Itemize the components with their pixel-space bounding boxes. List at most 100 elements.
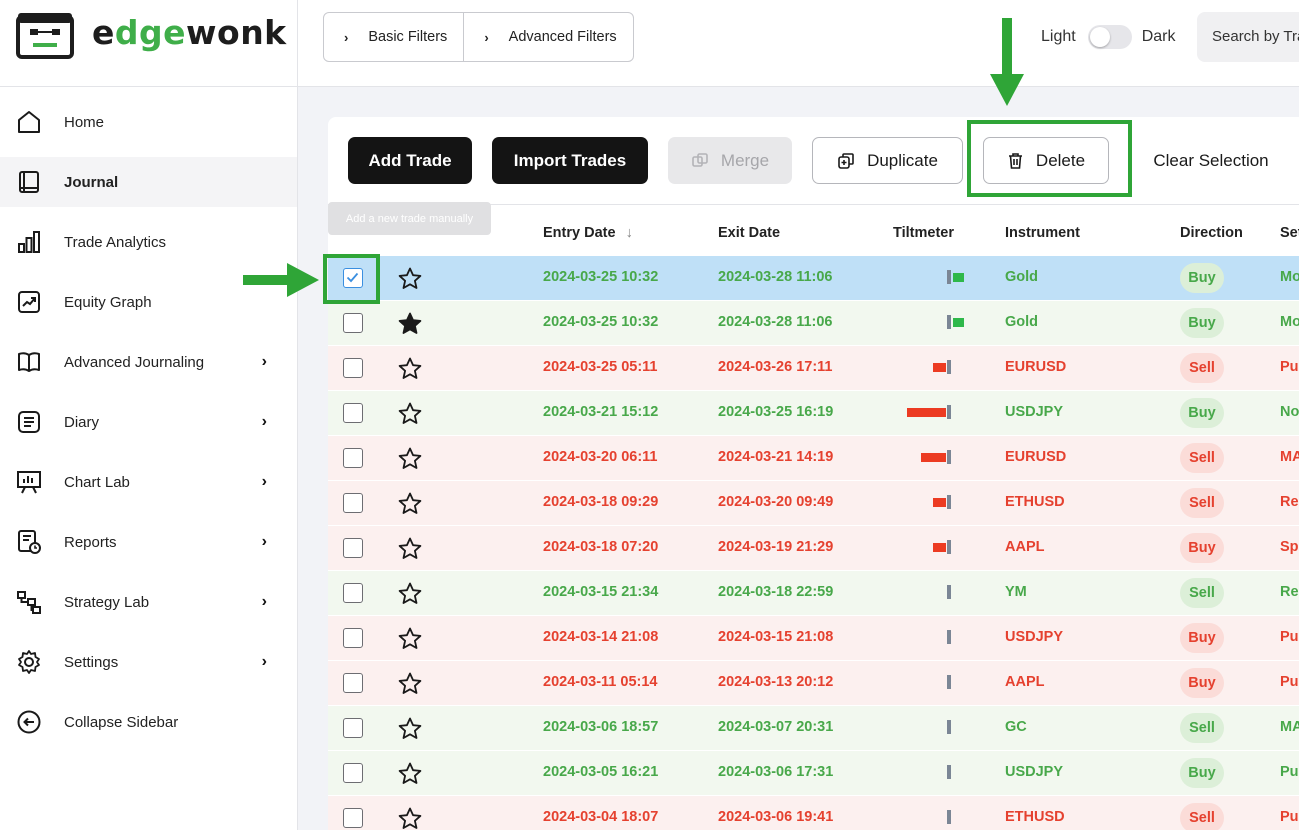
star-icon[interactable] <box>397 806 423 830</box>
table-row[interactable]: 2024-03-25 10:32 2024-03-28 11:06 Gold Buy M… <box>328 256 1299 301</box>
exit-date-cell: 2024-03-28 11:06 <box>718 314 833 330</box>
instrument-cell: AAPL <box>1005 674 1045 690</box>
row-checkbox[interactable] <box>343 808 363 828</box>
setup-cell: Mo <box>1280 269 1299 285</box>
basic-filters-label: Basic Filters <box>368 29 448 45</box>
trade-toolbar: Add Trade Import Trades Merge Duplicate … <box>328 117 1299 205</box>
table-row[interactable]: 2024-03-06 18:57 2024-03-07 20:31 GC Sell MA <box>328 706 1299 751</box>
column-header-direction[interactable]: Direction <box>1180 225 1243 241</box>
tilt-marker <box>947 765 951 779</box>
row-checkbox[interactable] <box>343 313 363 333</box>
direction-badge: Buy <box>1180 263 1224 293</box>
setup-cell: Re <box>1280 584 1299 600</box>
exit-date-cell: 2024-03-13 20:12 <box>718 674 834 690</box>
clear-selection-button[interactable]: Clear Selection <box>1134 137 1288 184</box>
star-icon[interactable] <box>397 536 423 562</box>
row-checkbox[interactable] <box>343 718 363 738</box>
row-checkbox[interactable] <box>343 403 363 423</box>
row-checkbox[interactable] <box>343 628 363 648</box>
star-icon[interactable] <box>397 491 423 517</box>
star-icon[interactable] <box>397 266 423 292</box>
instrument-cell: Gold <box>1005 314 1039 330</box>
gear-icon <box>16 649 42 675</box>
edgewonk-logo[interactable]: edgewonk <box>16 10 287 60</box>
add-trade-button[interactable]: Add Trade <box>348 137 472 184</box>
basic-filters-button[interactable]: › Basic Filters <box>324 13 463 61</box>
sidebar-item-label: Reports <box>64 533 117 551</box>
instrument-cell: AAPL <box>1005 539 1045 555</box>
star-icon[interactable] <box>397 581 423 607</box>
star-icon[interactable] <box>397 446 423 472</box>
import-trades-button[interactable]: Import Trades <box>492 137 648 184</box>
search-input[interactable]: Search by Tra <box>1197 12 1299 62</box>
theme-light-label: Light <box>1041 28 1076 45</box>
table-row[interactable]: 2024-03-25 05:11 2024-03-26 17:11 EURUSD Se… <box>328 346 1299 391</box>
star-icon[interactable] <box>397 626 423 652</box>
row-checkbox[interactable] <box>343 493 363 513</box>
duplicate-button[interactable]: Duplicate <box>812 137 963 184</box>
sidebar-item-journal[interactable]: Journal <box>0 157 297 207</box>
star-icon[interactable] <box>397 401 423 427</box>
column-header-setup[interactable]: Set <box>1280 225 1299 241</box>
sidebar-item-diary[interactable]: Diary › <box>0 392 297 452</box>
row-checkbox[interactable] <box>343 583 363 603</box>
setup-cell: Pu <box>1280 359 1299 375</box>
table-row[interactable]: 2024-03-11 05:14 2024-03-13 20:12 AAPL Buy P… <box>328 661 1299 706</box>
direction-badge: Buy <box>1180 398 1224 428</box>
table-row[interactable]: 2024-03-21 15:12 2024-03-25 16:19 USDJPY Bu… <box>328 391 1299 436</box>
column-header-exit-date[interactable]: Exit Date <box>718 225 780 241</box>
star-icon[interactable] <box>397 671 423 697</box>
report-clock-icon <box>16 529 42 555</box>
entry-date-cell: 2024-03-18 09:29 <box>543 494 659 510</box>
sidebar-item-advanced-journaling[interactable]: Advanced Journaling › <box>0 332 297 392</box>
merge-button[interactable]: Merge <box>668 137 792 184</box>
setup-cell: No <box>1280 404 1299 420</box>
star-icon[interactable] <box>397 716 423 742</box>
table-row[interactable]: 2024-03-18 07:20 2024-03-19 21:29 AAPL Buy S… <box>328 526 1299 571</box>
tilt-marker <box>947 270 951 284</box>
checkbox-highlight-box <box>323 254 380 304</box>
row-checkbox[interactable] <box>343 673 363 693</box>
table-row[interactable]: 2024-03-25 10:32 2024-03-28 11:06 Gold Buy M… <box>328 301 1299 346</box>
sidebar-item-home[interactable]: Home <box>0 92 297 152</box>
table-row[interactable]: 2024-03-14 21:08 2024-03-15 21:08 USDJPY Bu… <box>328 616 1299 661</box>
sidebar-item-reports[interactable]: Reports › <box>0 512 297 572</box>
sidebar-item-chart-lab[interactable]: Chart Lab › <box>0 452 297 512</box>
column-header-tiltmeter[interactable]: Tiltmeter <box>893 225 954 241</box>
instrument-cell: EURUSD <box>1005 359 1067 375</box>
tilt-bar <box>920 453 946 462</box>
sort-arrow-icon: ↓ <box>625 225 633 241</box>
star-icon[interactable] <box>397 761 423 787</box>
direction-badge: Sell <box>1180 578 1224 608</box>
column-header-entry-date[interactable]: Entry Date ↓ <box>543 225 633 241</box>
chevron-right-icon: › <box>261 473 267 490</box>
advanced-filters-button[interactable]: › Advanced Filters <box>463 13 632 61</box>
instrument-cell: EURUSD <box>1005 449 1067 465</box>
table-row[interactable]: 2024-03-18 09:29 2024-03-20 09:49 ETHUSD Se… <box>328 481 1299 526</box>
star-filled-icon[interactable] <box>397 311 423 337</box>
bar-chart-icon <box>16 229 42 255</box>
row-checkbox[interactable] <box>343 538 363 558</box>
sidebar-item-label: Collapse Sidebar <box>64 713 179 731</box>
row-checkbox[interactable] <box>343 763 363 783</box>
table-row[interactable]: 2024-03-04 18:07 2024-03-06 19:41 ETHUSD Se… <box>328 796 1299 830</box>
strategy-flow-icon <box>16 589 42 615</box>
row-checkbox[interactable] <box>343 448 363 468</box>
table-row[interactable]: 2024-03-15 21:34 2024-03-18 22:59 YM Sell Re <box>328 571 1299 616</box>
row-checkbox[interactable] <box>343 358 363 378</box>
entry-date-label: Entry Date <box>543 225 616 241</box>
entry-date-cell: 2024-03-25 10:32 <box>543 269 659 285</box>
notes-icon <box>16 409 42 435</box>
setup-cell: MA <box>1280 719 1299 735</box>
sidebar-item-label: Trade Analytics <box>64 233 166 251</box>
table-row[interactable]: 2024-03-05 16:21 2024-03-06 17:31 USDJPY Bu… <box>328 751 1299 796</box>
theme-toggle[interactable] <box>1087 25 1132 49</box>
sidebar-item-settings[interactable]: Settings › <box>0 632 297 692</box>
sidebar-item-strategy-lab[interactable]: Strategy Lab › <box>0 572 297 632</box>
column-header-instrument[interactable]: Instrument <box>1005 225 1080 241</box>
star-icon[interactable] <box>397 356 423 382</box>
sidebar-item-collapse[interactable]: Collapse Sidebar <box>0 692 297 752</box>
table-row[interactable]: 2024-03-20 06:11 2024-03-21 14:19 EURUSD Se… <box>328 436 1299 481</box>
direction-badge: Sell <box>1180 488 1224 518</box>
tilt-marker <box>947 720 951 734</box>
